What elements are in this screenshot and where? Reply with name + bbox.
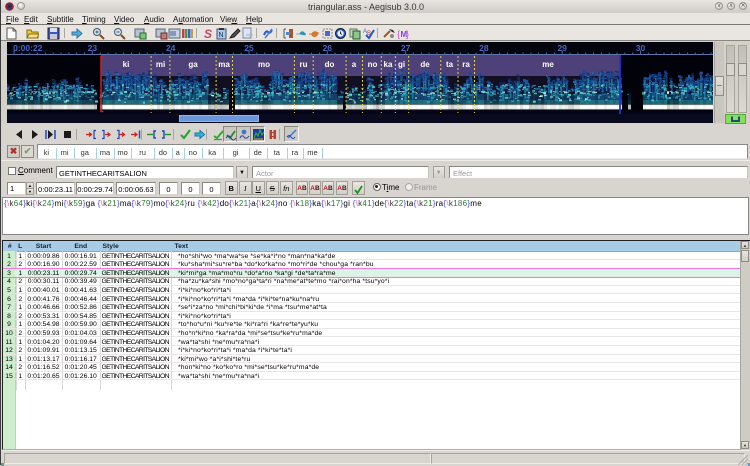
svg-text:}: } xyxy=(406,29,409,39)
svg-text:N: N xyxy=(219,32,224,39)
svg-text:S: S xyxy=(204,27,212,40)
svg-text:0:00:22: 0:00:22 xyxy=(13,43,43,53)
